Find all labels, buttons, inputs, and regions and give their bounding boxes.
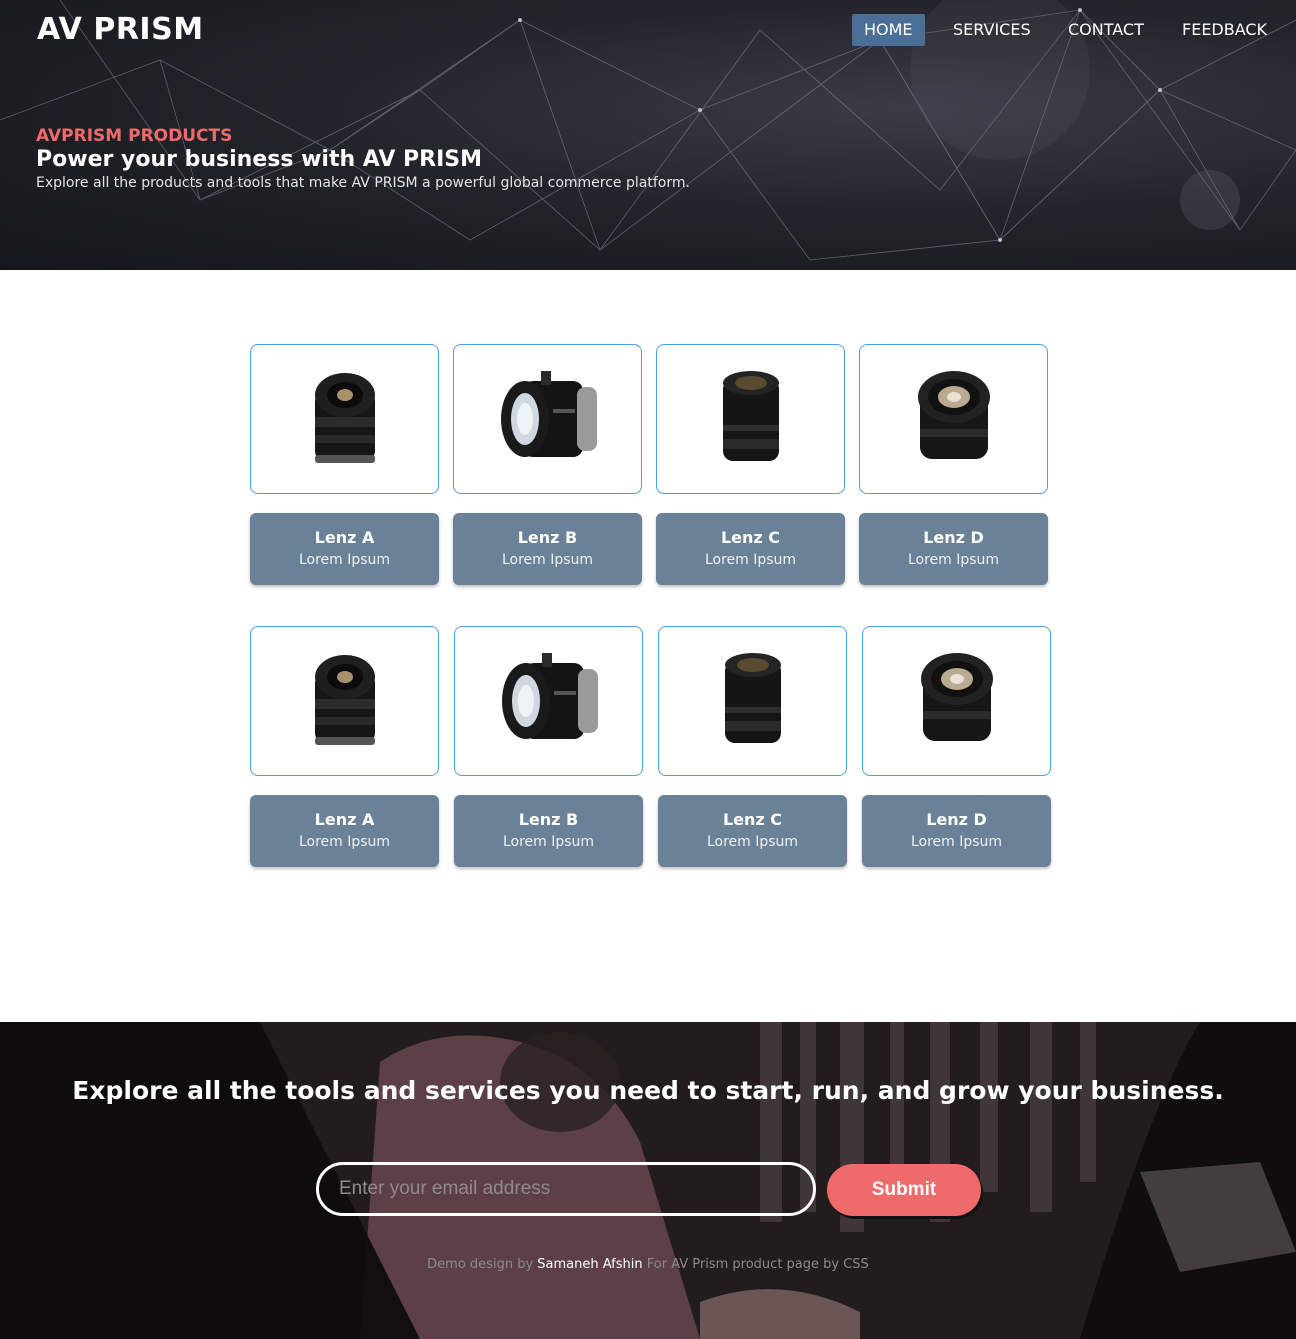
credit-prefix: Demo design by	[427, 1257, 534, 1272]
lens-d-image	[917, 371, 990, 459]
nav-home[interactable]: HOME	[852, 14, 925, 46]
hero-kicker: AVPRISM PRODUCTS	[36, 126, 233, 146]
product-image-frame[interactable]	[859, 344, 1048, 494]
product-title: Lenz A	[314, 810, 375, 829]
product-title: Lenz B	[517, 528, 578, 547]
hero-title: Power your business with AV PRISM	[36, 147, 483, 172]
product-caption[interactable]: Lenz A Lorem Ipsum	[250, 795, 439, 867]
product-description: Lorem Ipsum	[298, 834, 391, 850]
lens-c-image	[722, 371, 779, 461]
product-description: Lorem Ipsum	[910, 834, 1003, 850]
product-description: Lorem Ipsum	[907, 552, 1000, 568]
product-description: Lorem Ipsum	[704, 552, 797, 568]
product-title: Lenz C	[720, 528, 781, 547]
product-image-frame[interactable]	[250, 626, 439, 776]
product-title: Lenz A	[314, 528, 375, 547]
nav-feedback[interactable]: FEEDBACK	[1170, 14, 1279, 46]
newsletter-footer: Explore all the tools and services you n…	[0, 1022, 1296, 1339]
footer-headline: Explore all the tools and services you n…	[72, 1076, 1224, 1105]
product-title: Lenz D	[926, 810, 987, 829]
brand-logo[interactable]: AV PRISM	[37, 12, 204, 47]
product-caption[interactable]: Lenz C Lorem Ipsum	[656, 513, 845, 585]
email-input[interactable]	[316, 1162, 816, 1216]
lens-a-image	[314, 655, 375, 745]
product-image-frame[interactable]	[250, 344, 439, 494]
credit-suffix: For AV Prism product page by CSS	[646, 1257, 869, 1272]
credit-author-link[interactable]: Samaneh Afshin	[537, 1257, 642, 1272]
lens-b-image	[500, 371, 597, 457]
product-image-frame[interactable]	[658, 626, 847, 776]
product-title: Lenz D	[923, 528, 984, 547]
hero-header: AV PRISM HOME SERVICES CONTACT FEEDBACK …	[0, 0, 1296, 270]
lens-c-image	[724, 653, 781, 743]
product-description: Lorem Ipsum	[502, 834, 595, 850]
product-image-frame[interactable]	[454, 626, 643, 776]
product-caption[interactable]: Lenz B Lorem Ipsum	[454, 795, 643, 867]
product-description: Lorem Ipsum	[706, 834, 799, 850]
footer-credit: Demo design by Samaneh Afshin For AV Pri…	[0, 1257, 1296, 1272]
nav-contact[interactable]: CONTACT	[1056, 14, 1156, 46]
lens-a-image	[314, 373, 375, 463]
product-title: Lenz B	[518, 810, 579, 829]
product-description: Lorem Ipsum	[501, 552, 594, 568]
product-image-frame[interactable]	[862, 626, 1051, 776]
product-caption[interactable]: Lenz B Lorem Ipsum	[453, 513, 642, 585]
product-title: Lenz C	[722, 810, 783, 829]
nav-services[interactable]: SERVICES	[941, 14, 1043, 46]
product-image-frame[interactable]	[656, 344, 845, 494]
hero-subtitle: Explore all the products and tools that …	[36, 175, 690, 191]
product-caption[interactable]: Lenz A Lorem Ipsum	[250, 513, 439, 585]
product-caption[interactable]: Lenz D Lorem Ipsum	[862, 795, 1051, 867]
product-description: Lorem Ipsum	[298, 552, 391, 568]
lens-b-image	[501, 653, 598, 739]
submit-button[interactable]: Submit	[827, 1164, 981, 1216]
product-caption[interactable]: Lenz D Lorem Ipsum	[859, 513, 1048, 585]
lens-d-image	[920, 653, 993, 741]
product-caption[interactable]: Lenz C Lorem Ipsum	[658, 795, 847, 867]
product-image-frame[interactable]	[453, 344, 642, 494]
